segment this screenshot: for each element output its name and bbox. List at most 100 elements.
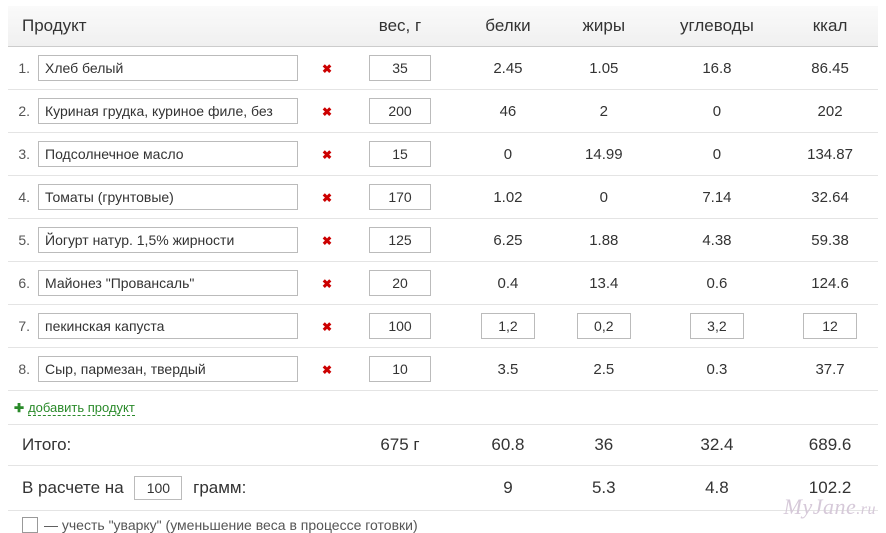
col-protein: белки [460,6,556,47]
watermark-main: MyJane [784,494,857,519]
totals-weight: 675 г [340,425,460,466]
weight-input[interactable] [369,141,431,167]
table-row: 6.✖0.413.40.6124.6 [8,262,878,305]
per100-suffix: грамм: [193,478,246,497]
weight-input[interactable] [369,98,431,124]
weight-input[interactable] [369,313,431,339]
row-number: 2. [8,90,32,133]
delete-cell: ✖ [314,133,340,176]
delete-icon[interactable]: ✖ [322,148,332,162]
kcal-cell: 59.38 [782,219,878,262]
name-cell [32,90,314,133]
add-product-row: ✚ добавить продукт [8,391,878,425]
weight-input[interactable] [369,184,431,210]
kcal-cell [782,305,878,348]
product-name-input[interactable] [38,227,298,253]
watermark: MyJane.ru [784,494,876,520]
kcal-cell: 124.6 [782,262,878,305]
per100-label: В расчете на грамм: [8,466,340,511]
delete-cell: ✖ [314,219,340,262]
protein-cell: 1.02 [460,176,556,219]
per100-prefix: В расчете на [22,478,124,497]
plus-icon: ✚ [14,401,24,415]
table-header-row: Продукт вес, г белки жиры углеводы ккал [8,6,878,47]
col-kcal: ккал [782,6,878,47]
delete-cell: ✖ [314,176,340,219]
row-number: 5. [8,219,32,262]
kcal-input[interactable] [803,313,857,339]
fat-cell: 1.88 [556,219,652,262]
carbs-input[interactable] [690,313,744,339]
fat-cell: 1.05 [556,47,652,90]
col-fat: жиры [556,6,652,47]
table-row: 5. ✖ 6.251.884.3859.38 [8,219,878,262]
delete-cell: ✖ [314,90,340,133]
table-row: 3.✖014.990134.87 [8,133,878,176]
carbs-cell: 4.38 [652,219,782,262]
weight-input[interactable] [369,55,431,81]
name-cell [32,219,314,262]
cook-note-row: — учесть "уварку" (уменьшение веса в про… [8,517,878,533]
product-name-input[interactable] [38,270,298,296]
product-name-input[interactable] [38,98,298,124]
protein-cell [460,305,556,348]
protein-cell: 6.25 [460,219,556,262]
cook-note-text: — учесть "уварку" (уменьшение веса в про… [44,517,418,533]
per100-row: В расчете на грамм: 9 5.3 4.8 102.2 [8,466,878,511]
protein-cell: 0 [460,133,556,176]
delete-icon[interactable]: ✖ [322,277,332,291]
weight-cell [340,133,460,176]
totals-kcal: 689.6 [782,425,878,466]
add-product-link[interactable]: добавить продукт [28,400,135,416]
protein-cell: 46 [460,90,556,133]
product-name-input[interactable] [38,356,298,382]
delete-icon[interactable]: ✖ [322,191,332,205]
product-name-input[interactable] [38,141,298,167]
totals-fat: 36 [556,425,652,466]
name-cell [32,262,314,305]
table-row: 2.✖4620202 [8,90,878,133]
row-number: 8. [8,348,32,391]
weight-cell [340,262,460,305]
delete-icon[interactable]: ✖ [322,320,332,334]
row-number: 1. [8,47,32,90]
delete-cell: ✖ [314,262,340,305]
carbs-cell: 0.6 [652,262,782,305]
kcal-cell: 32.64 [782,176,878,219]
delete-icon[interactable]: ✖ [322,363,332,377]
name-cell [32,47,314,90]
delete-icon[interactable]: ✖ [322,234,332,248]
totals-protein: 60.8 [460,425,556,466]
cook-checkbox[interactable] [22,517,38,533]
delete-icon[interactable]: ✖ [322,62,332,76]
col-weight: вес, г [340,6,460,47]
row-number: 4. [8,176,32,219]
row-number: 7. [8,305,32,348]
fat-cell: 2.5 [556,348,652,391]
fat-cell: 0 [556,176,652,219]
product-name-input[interactable] [38,313,298,339]
weight-input[interactable] [369,356,431,382]
weight-input[interactable] [369,270,431,296]
product-name-input[interactable] [38,55,298,81]
row-number: 3. [8,133,32,176]
carbs-cell: 0 [652,133,782,176]
delete-icon[interactable]: ✖ [322,105,332,119]
weight-cell [340,348,460,391]
watermark-ext: .ru [856,501,876,518]
carbs-cell: 0 [652,90,782,133]
per100-fat: 5.3 [556,466,652,511]
delete-cell: ✖ [314,348,340,391]
table-row: 7. ✖ [8,305,878,348]
weight-input[interactable] [369,227,431,253]
delete-cell: ✖ [314,305,340,348]
per100-input[interactable] [134,476,182,500]
protein-input[interactable] [481,313,535,339]
fat-input[interactable] [577,313,631,339]
protein-cell: 0.4 [460,262,556,305]
carbs-cell: 0.3 [652,348,782,391]
product-name-input[interactable] [38,184,298,210]
col-carbs: углеводы [652,6,782,47]
totals-row: Итого: 675 г 60.8 36 32.4 689.6 [8,425,878,466]
table-row: 4.✖1.0207.1432.64 [8,176,878,219]
